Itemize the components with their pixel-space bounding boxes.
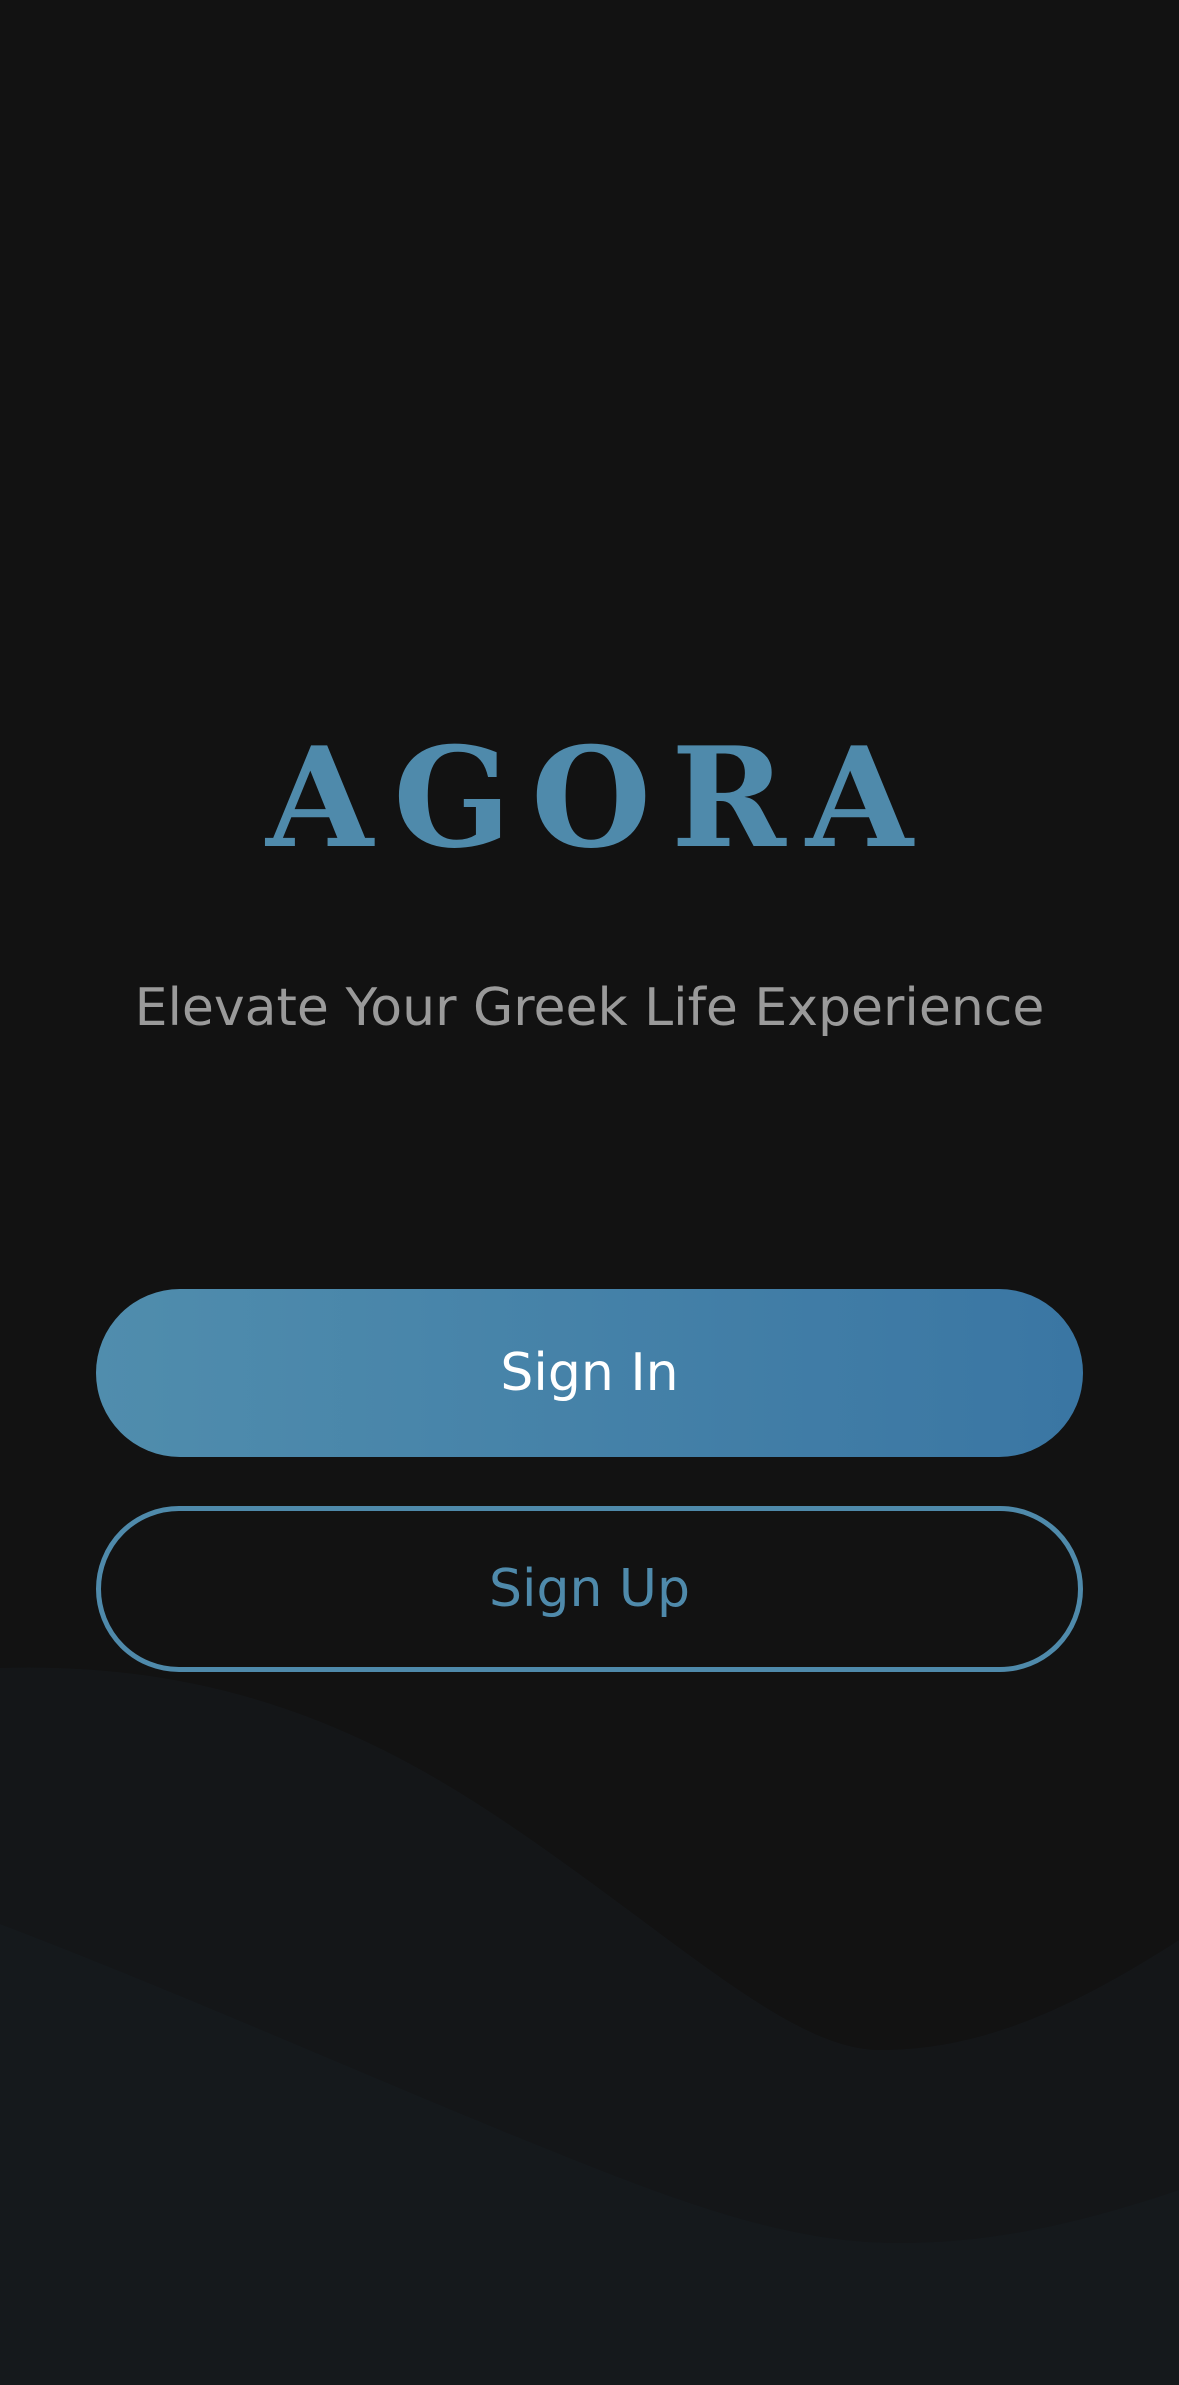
background-waves [0, 1667, 1179, 2385]
sign-in-button[interactable]: Sign In [96, 1289, 1083, 1457]
sign-up-button[interactable]: Sign Up [96, 1506, 1083, 1672]
sign-up-label: Sign Up [488, 1559, 691, 1619]
app-tagline: Elevate Your Greek Life Experience [134, 978, 1045, 1038]
welcome-screen: AGORA Elevate Your Greek Life Experience… [0, 0, 1179, 2385]
sign-in-label: Sign In [500, 1343, 679, 1403]
app-logo: AGORA [266, 716, 933, 879]
